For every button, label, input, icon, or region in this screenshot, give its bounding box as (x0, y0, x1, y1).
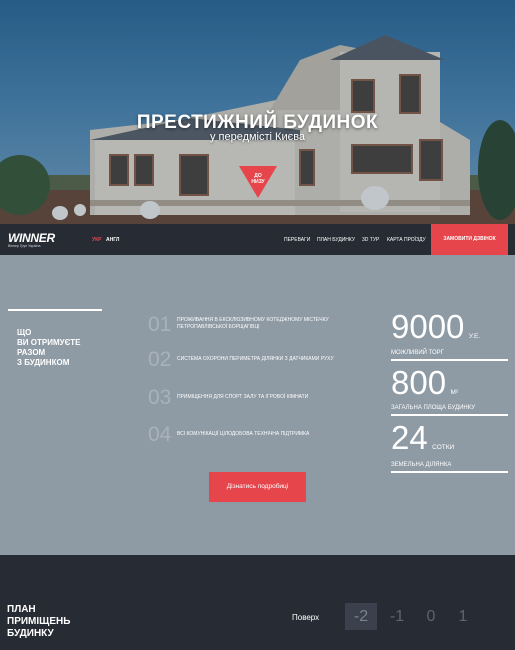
floor-plan-title: ПЛАН ПРИМІЩЕНЬ БУДИНКУ (7, 604, 70, 640)
hero-subtitle: у передмісті Києва (209, 131, 306, 143)
scroll-down-label-line2: НИЗУ (251, 179, 265, 185)
section-divider (8, 309, 102, 311)
learn-more-button[interactable]: Дізнатись подробиці (209, 472, 306, 502)
feature-text: ПРИМІЩЕННЯ ДЛЯ СПОРТ ЗАЛУ ТА ІГРОВОЇ КІМ… (177, 394, 309, 400)
stat-label: ЗАГАЛЬНА ПЛОЩА БУДИНКУ (391, 405, 476, 411)
nav-link-house-plan[interactable]: ПЛАН БУДИНКУ (317, 237, 355, 243)
feature-text-line: ПЕТРОПАВЛІВСЬКОЇ БОРЩАГІВЦІ (177, 324, 260, 330)
feature-number: 02 (148, 348, 172, 371)
lang-ukr[interactable]: УКР (92, 237, 102, 243)
floor-plan-title-line: ПРИМІЩЕНЬ (7, 616, 71, 627)
benefits-title-line: ВИ ОТРИМУЄТЕ (17, 338, 81, 347)
order-call-button[interactable]: ЗАМОВИТИ ДЗВІНОК (431, 224, 508, 255)
floor-plan-title-line: БУДИНКУ (7, 628, 54, 639)
stat-label: МОЖЛИВИЙ ТОРГ (391, 350, 444, 356)
nav-link-3d-tour[interactable]: 3D ТУР (362, 237, 379, 243)
floor-label: Поверх (292, 613, 320, 622)
feature-text: СИСТЕМА ОХОРОНИ ПЕРИМЕТРА ДІЛЯНКИ З ДАТЧ… (177, 356, 334, 362)
stat-value: 24 (391, 419, 428, 456)
benefits-section: ЩО ВИ ОТРИМУЄТЕ РАЗОМ З БУДИНКОМ 01 ПРОЖ… (0, 255, 515, 555)
floor-button-minus-1[interactable]: -1 (381, 603, 413, 630)
logo[interactable]: WINNER Віннер Груп Україна (8, 231, 55, 248)
stat-price: 9000 У.Е. МОЖЛИВИЙ ТОРГ (391, 310, 508, 361)
stat-area: 800 М² ЗАГАЛЬНА ПЛОЩА БУДИНКУ (391, 366, 508, 416)
scroll-down-button[interactable]: ДО НИЗУ (239, 166, 277, 198)
stat-value: 800 (391, 364, 447, 401)
stat-label: ЗЕМЕЛЬНА ДІЛЯНКА (391, 462, 452, 468)
stat-value: 9000 (391, 308, 465, 345)
feature-number: 04 (148, 423, 172, 446)
floor-button-0[interactable]: 0 (415, 603, 447, 630)
lang-eng[interactable]: АНГЛ (106, 237, 119, 243)
feature-text: ВСІ КОМУНІКАЦІЇ ЦІЛОДОБОВА ТЕХНІЧНА ПІДТ… (177, 431, 310, 437)
stat-divider (391, 471, 508, 473)
floor-button-minus-2[interactable]: -2 (345, 603, 377, 630)
stat-divider (391, 359, 508, 361)
hero-section: ПРЕСТИЖНИЙ БУДИНОК у передмісті Києва ДО… (0, 0, 515, 224)
benefits-title: ЩО ВИ ОТРИМУЄТЕ РАЗОМ З БУДИНКОМ (17, 328, 107, 368)
feature-number: 01 (148, 313, 172, 336)
nav-link-route-map[interactable]: КАРТА ПРОЇЗДУ (387, 237, 426, 243)
stat-unit: СОТКИ (432, 444, 455, 451)
benefits-title-line: РАЗОМ (17, 348, 46, 357)
floor-button-1[interactable]: 1 (447, 603, 479, 630)
stat-land: 24 СОТКИ ЗЕМЕЛЬНА ДІЛЯНКА (391, 421, 508, 473)
nav-link-benefits[interactable]: ПЕРЕВАГИ (284, 237, 310, 243)
scroll-down-label: ДО НИЗУ (239, 173, 277, 185)
benefits-title-line: З БУДИНКОМ (17, 358, 70, 367)
feature-text: ПРОЖИВАННЯ В ЕКСКЛЮЗИВНОМУ КОТЕДЖНОМУ МІ… (177, 317, 357, 331)
logo-text: WINNER (8, 231, 55, 245)
floor-plan-section: ПЛАН ПРИМІЩЕНЬ БУДИНКУ Поверх -2 -1 0 1 (0, 555, 515, 650)
feature-number: 03 (148, 386, 172, 409)
floor-plan-title-line: ПЛАН (7, 604, 36, 615)
stat-unit: У.Е. (468, 333, 481, 340)
stat-unit: М² (450, 389, 459, 396)
stat-divider (391, 414, 508, 416)
benefits-title-line: ЩО (17, 328, 32, 337)
feature-text-line: ПРОЖИВАННЯ В ЕКСКЛЮЗИВНОМУ КОТЕДЖНОМУ МІ… (177, 317, 329, 323)
